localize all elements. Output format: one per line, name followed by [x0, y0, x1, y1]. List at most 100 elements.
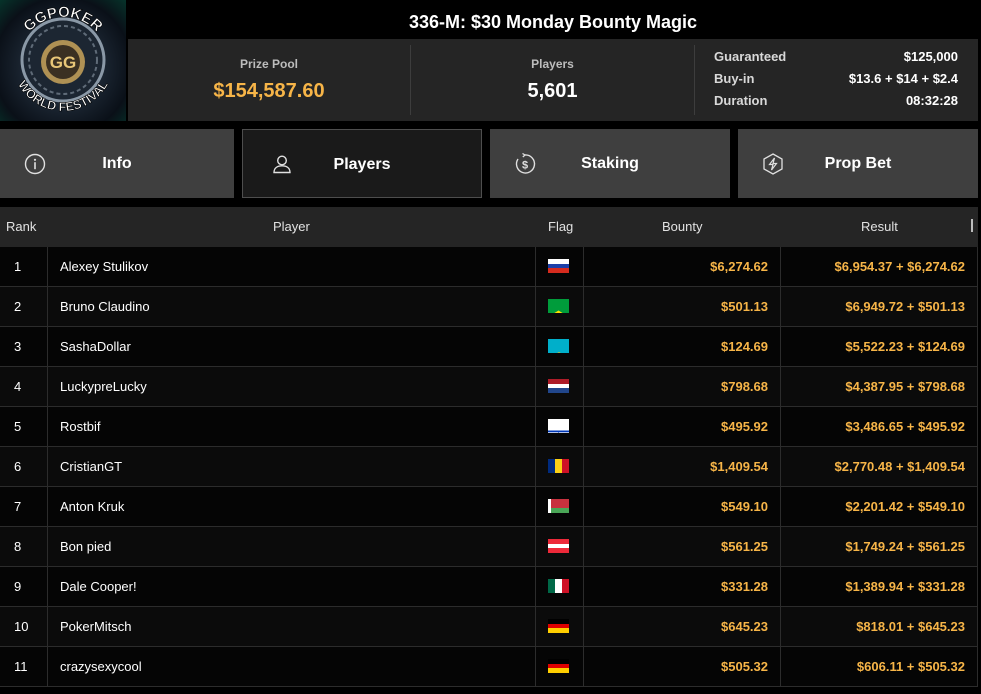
belarus-flag-icon — [548, 499, 569, 513]
result-cell: $3,486.65 + $495.92 — [780, 407, 978, 446]
rank-cell: 6 — [14, 459, 22, 474]
rank-cell: 5 — [14, 419, 22, 434]
meta-value: 08:32:28 — [905, 93, 958, 108]
table-row[interactable]: 5 Rostbif $495.92 $3,486.65 + $495.92 — [0, 407, 978, 447]
result-cell: $5,522.23 + $124.69 — [780, 327, 978, 366]
flag-cell — [535, 447, 583, 486]
player-name-cell: CristianGT — [47, 447, 535, 486]
header-flag[interactable]: Flag — [548, 207, 573, 247]
table-row[interactable]: 7 Anton Kruk $549.10 $2,201.42 + $549.10 — [0, 487, 978, 527]
bounty-cell: $6,274.62 — [583, 247, 780, 286]
result-cell: $1,749.24 + $561.25 — [780, 527, 978, 566]
rank-cell: 11 — [14, 659, 28, 674]
logo-graphic: GG GGPOKER WORLD FESTIVAL — [15, 4, 111, 115]
player-name-cell: crazysexycool — [47, 647, 535, 686]
tab-prop-bet[interactable]: Prop Bet — [738, 129, 978, 198]
result-cell: $606.11 + $505.32 — [780, 647, 978, 686]
result-cell: $818.01 + $645.23 — [780, 607, 978, 646]
tab-label: Staking — [581, 155, 639, 172]
result-cell: $2,201.42 + $549.10 — [780, 487, 978, 526]
kazakhstan-flag-icon — [548, 339, 569, 353]
ggpoker-world-festival-logo: GG GGPOKER WORLD FESTIVAL — [0, 0, 126, 121]
tab-staking[interactable]: $ Staking — [490, 129, 730, 198]
flag-cell — [535, 607, 583, 646]
header-rank[interactable]: Rank — [6, 207, 36, 247]
result-cell: $2,770.48 + $1,409.54 — [780, 447, 978, 486]
brazil-flag-icon — [548, 299, 569, 313]
players-label: Players — [531, 57, 574, 71]
tournament-title: 336-M: $30 Monday Bounty Magic — [128, 6, 978, 39]
player-name-cell: SashaDollar — [47, 327, 535, 366]
tab-players[interactable]: Players — [242, 129, 482, 198]
bounty-cell: $561.25 — [583, 527, 780, 566]
players-table-header: Rank Player Flag Bounty Result — [0, 207, 978, 247]
table-row[interactable]: 4 LuckypreLucky $798.68 $4,387.95 + $798.68 — [0, 367, 978, 407]
table-row[interactable]: 11 crazysexycool $505.32 $606.11 + $505.32 — [0, 647, 978, 687]
table-row[interactable]: 1 Alexey Stulikov $6,274.62 $6,954.37 + $6,… — [0, 247, 978, 287]
table-row[interactable]: 3 SashaDollar $124.69 $5,522.23 + $124.69 — [0, 327, 978, 367]
header-bounty[interactable]: Bounty — [662, 207, 702, 247]
meta-key: Guaranteed — [714, 49, 787, 64]
rank-cell: 3 — [14, 339, 22, 354]
result-cell: $6,954.37 + $6,274.62 — [780, 247, 978, 286]
bounty-cell: $505.32 — [583, 647, 780, 686]
germany-flag-icon — [548, 619, 569, 633]
players-table-body: 1 Alexey Stulikov $6,274.62 $6,954.37 + $6,… — [0, 247, 978, 687]
meta-buy-in: Buy-in $13.6 + $14 + $2.4 — [714, 71, 960, 93]
tab-label: Info — [102, 155, 132, 172]
scrollbar-thumb[interactable] — [971, 219, 973, 232]
austria-flag-icon — [548, 539, 569, 553]
prize-pool-value: $154,587.60 — [213, 80, 325, 102]
flag-cell — [535, 287, 583, 326]
flag-cell — [535, 407, 583, 446]
table-row[interactable]: 10 PokerMitsch $645.23 $818.01 + $645.23 — [0, 607, 978, 647]
player-name-cell: Rostbif — [47, 407, 535, 446]
prize-pool-stat: Prize Pool $154,587.60 — [128, 39, 410, 121]
bounty-cell: $1,409.54 — [583, 447, 780, 486]
tab-info[interactable]: Info — [0, 129, 234, 198]
meta-duration: Duration 08:32:28 — [714, 93, 960, 115]
header-result[interactable]: Result — [861, 207, 898, 247]
rank-cell: 2 — [14, 299, 22, 314]
header-player[interactable]: Player — [273, 207, 310, 247]
tab-label: Players — [333, 156, 391, 173]
bounty-cell: $798.68 — [583, 367, 780, 406]
russia-flag-icon — [548, 259, 569, 273]
bounty-cell: $495.92 — [583, 407, 780, 446]
logo-mark: GG — [50, 53, 76, 72]
player-name-cell: Alexey Stulikov — [47, 247, 535, 286]
rank-cell: 7 — [14, 499, 22, 514]
meta-key: Buy-in — [714, 71, 755, 86]
netherlands-flag-icon — [548, 379, 569, 393]
flag-cell — [535, 647, 583, 686]
mexico-flag-icon — [548, 579, 569, 593]
players-value: 5,601 — [527, 80, 578, 102]
flag-cell — [535, 327, 583, 366]
bounty-cell: $331.28 — [583, 567, 780, 606]
flag-cell — [535, 527, 583, 566]
rank-cell: 4 — [14, 379, 22, 394]
prize-pool-label: Prize Pool — [239, 57, 298, 71]
tab-label: Prop Bet — [824, 155, 892, 172]
flag-cell — [535, 247, 583, 286]
tournament-meta: Guaranteed $125,000 Buy-in $13.6 + $14 +… — [714, 49, 960, 115]
table-row[interactable]: 6 CristianGT $1,409.54 $2,770.48 + $1,409.5… — [0, 447, 978, 487]
meta-value: $125,000 — [903, 49, 958, 64]
table-row[interactable]: 8 Bon pied $561.25 $1,749.24 + $561.25 — [0, 527, 978, 567]
romania-flag-icon — [548, 459, 569, 473]
flag-cell — [535, 567, 583, 606]
bounty-cell: $124.69 — [583, 327, 780, 366]
player-name-cell: Anton Kruk — [47, 487, 535, 526]
rank-cell: 1 — [14, 259, 22, 274]
result-cell: $1,389.94 + $331.28 — [780, 567, 978, 606]
tournament-info-bar: Prize Pool $154,587.60 Players 5,601 Gua… — [128, 39, 978, 121]
germany-flag-icon — [548, 659, 569, 673]
player-name-cell: Dale Cooper! — [47, 567, 535, 606]
players-stat: Players 5,601 — [411, 39, 694, 121]
flag-cell — [535, 367, 583, 406]
bounty-cell: $501.13 — [583, 287, 780, 326]
meta-key: Duration — [714, 93, 768, 108]
table-row[interactable]: 9 Dale Cooper! $331.28 $1,389.94 + $331.28 — [0, 567, 978, 607]
player-name-cell: Bruno Claudino — [47, 287, 535, 326]
table-row[interactable]: 2 Bruno Claudino $501.13 $6,949.72 + $501.1… — [0, 287, 978, 327]
